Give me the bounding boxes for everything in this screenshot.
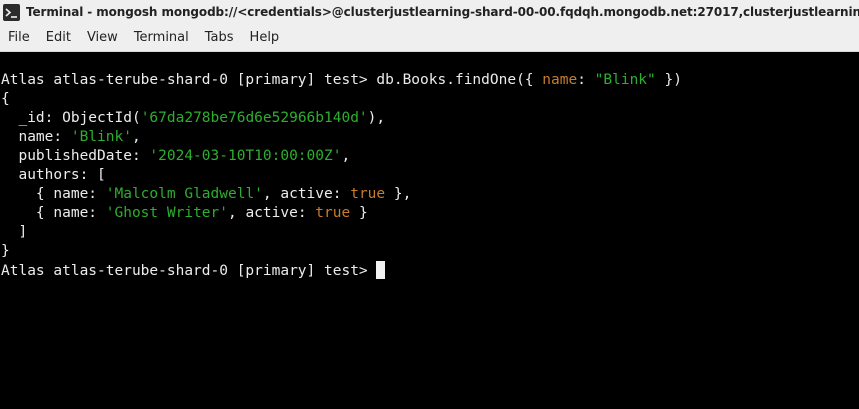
author1-active: true bbox=[350, 186, 386, 202]
output-authors-close: ] bbox=[1, 224, 28, 240]
output-name-line: name: 'Blink', bbox=[1, 128, 141, 147]
output-date-line: publishedDate: '2024-03-10T10:00:00Z', bbox=[1, 147, 350, 166]
id-close: ), bbox=[367, 110, 386, 126]
command-colon: : bbox=[577, 72, 595, 88]
name-label: name: bbox=[1, 129, 71, 145]
command-end: }) bbox=[655, 72, 682, 88]
name-comma: , bbox=[131, 129, 141, 145]
menu-help[interactable]: Help bbox=[242, 24, 288, 51]
date-label: publishedDate: bbox=[1, 148, 150, 164]
terminal-icon bbox=[3, 3, 20, 21]
menu-file[interactable]: File bbox=[0, 24, 38, 51]
prompt-line: Atlas atlas-terube-shard-0 [primary] tes… bbox=[1, 261, 386, 281]
author1-name: 'Malcolm Gladwell' bbox=[105, 186, 263, 202]
command-text: db.Books.findOne({ bbox=[376, 72, 543, 88]
output-close-brace: } bbox=[1, 243, 10, 259]
author2-active: true bbox=[315, 205, 351, 221]
prompt: Atlas atlas-terube-shard-0 [primary] tes… bbox=[1, 72, 377, 88]
author1-post: }, bbox=[385, 186, 412, 202]
menu-view[interactable]: View bbox=[79, 24, 126, 51]
text-cursor bbox=[376, 261, 386, 279]
output-author-2: { name: 'Ghost Writer', active: true } bbox=[1, 204, 368, 223]
date-comma: , bbox=[341, 148, 351, 164]
command-line: Atlas atlas-terube-shard-0 [primary] tes… bbox=[1, 71, 682, 90]
prompt: Atlas atlas-terube-shard-0 [primary] tes… bbox=[1, 263, 377, 279]
name-value: 'Blink' bbox=[70, 129, 132, 145]
window-title: Terminal - mongosh mongodb://<credential… bbox=[26, 5, 859, 19]
output-id-line: _id: ObjectId('67da278be76d6e52966b140d'… bbox=[1, 109, 385, 128]
author2-pre: { name: bbox=[1, 205, 106, 221]
author2-mid: , active: bbox=[227, 205, 316, 221]
menu-bar: File Edit View Terminal Tabs Help bbox=[0, 24, 859, 52]
menu-edit[interactable]: Edit bbox=[38, 24, 79, 51]
author1-pre: { name: bbox=[1, 186, 106, 202]
command-value: "Blink" bbox=[594, 72, 656, 88]
menu-terminal[interactable]: Terminal bbox=[126, 24, 197, 51]
id-value: '67da278be76d6e52966b140d' bbox=[140, 110, 368, 126]
output-authors-line: authors: [ bbox=[1, 167, 106, 183]
author2-name: 'Ghost Writer' bbox=[105, 205, 228, 221]
output-open-brace: { bbox=[1, 91, 10, 107]
terminal-output[interactable]: Atlas atlas-terube-shard-0 [primary] tes… bbox=[0, 52, 859, 409]
author2-post: } bbox=[350, 205, 368, 221]
date-value: '2024-03-10T10:00:00Z' bbox=[149, 148, 342, 164]
author1-mid: , active: bbox=[262, 186, 351, 202]
id-label: _id: ObjectId( bbox=[1, 110, 141, 126]
output-author-1: { name: 'Malcolm Gladwell', active: true… bbox=[1, 185, 411, 204]
menu-tabs[interactable]: Tabs bbox=[197, 24, 242, 51]
command-key: name bbox=[542, 72, 578, 88]
title-bar: Terminal - mongosh mongodb://<credential… bbox=[0, 0, 859, 24]
